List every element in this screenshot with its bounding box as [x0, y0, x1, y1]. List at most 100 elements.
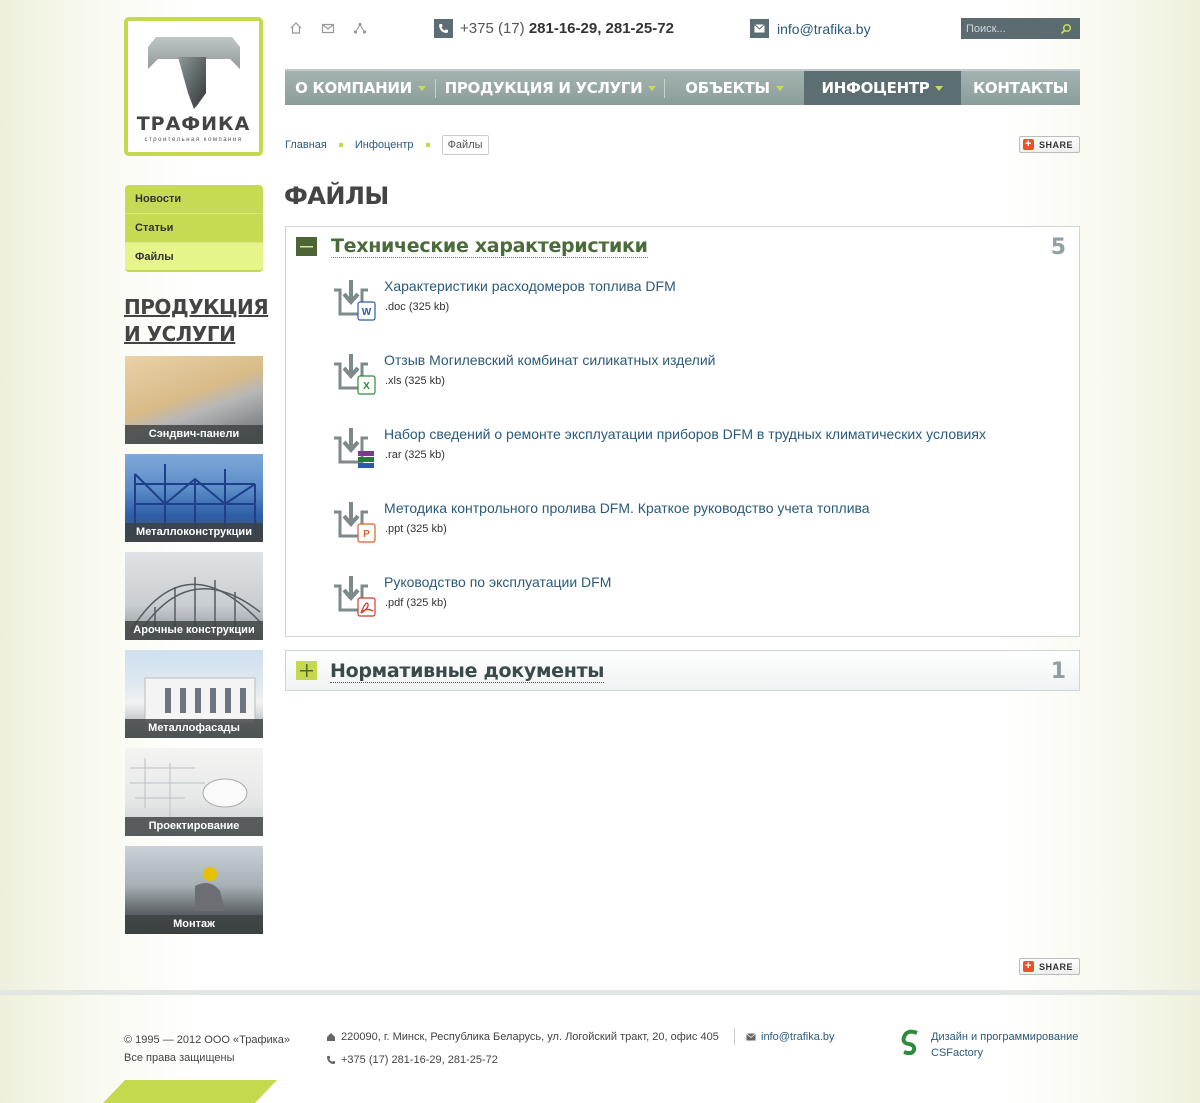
- product-label: Сэндвич-панели: [125, 425, 263, 444]
- file-item: W Характеристики расходомеров топлива DF…: [332, 278, 1032, 324]
- site-logo[interactable]: ТРАФИКА строительная компания: [124, 17, 263, 156]
- svg-text:P: P: [363, 529, 370, 540]
- file-item: P Методика контрольного пролива DFM. Кра…: [332, 500, 1032, 546]
- share-label: SHARE: [1039, 139, 1074, 150]
- footer-copyright: © 1995 — 2012 ООО «Трафика» Все права за…: [124, 1031, 290, 1067]
- footer-accent-stripe: [103, 1080, 277, 1103]
- nav-objects-label: ОБЪЕКТЫ: [685, 79, 770, 97]
- file-link[interactable]: Методика контрольного пролива DFM. Кратк…: [384, 500, 870, 516]
- products-heading-line2: И УСЛУГИ: [124, 322, 236, 346]
- address-text: 220090, г. Минск, Республика Беларусь, у…: [341, 1031, 719, 1043]
- accordion-title[interactable]: Технические характеристики: [331, 235, 648, 258]
- nav-about[interactable]: О КОМПАНИИ: [285, 71, 436, 105]
- breadcrumb-separator: [338, 143, 343, 147]
- sidebar-item-files[interactable]: Файлы: [125, 243, 263, 272]
- header-email-link[interactable]: info@trafika.by: [777, 21, 871, 37]
- product-metal-structures[interactable]: Металлоконструкции: [125, 454, 263, 542]
- chevron-down-icon: [935, 85, 944, 91]
- product-arch-structures[interactable]: Арочные конструкции: [125, 552, 263, 640]
- file-meta: .ppt (325 kb): [385, 523, 447, 535]
- main-nav: О КОМПАНИИ ПРОДУКЦИЯ И УСЛУГИ ОБЪЕКТЫ ИН…: [285, 69, 1080, 105]
- search-button[interactable]: [1056, 18, 1076, 39]
- product-label: Проектирование: [125, 817, 263, 836]
- accordion-count: 1: [1050, 659, 1066, 684]
- product-design[interactable]: Проектирование: [125, 748, 263, 836]
- product-label: Металлоконструкции: [125, 523, 263, 542]
- svg-text:X: X: [363, 381, 370, 392]
- product-label: Металлофасады: [125, 719, 263, 738]
- file-link[interactable]: Отзыв Могилевский комбинат силикатных из…: [384, 352, 715, 368]
- file-link[interactable]: Характеристики расходомеров топлива DFM: [384, 278, 676, 294]
- file-link[interactable]: Набор сведений о ремонте эксплуатации пр…: [384, 426, 986, 442]
- chevron-down-icon: [417, 85, 426, 91]
- share-button-top[interactable]: + SHARE: [1019, 136, 1080, 153]
- breadcrumb-separator: [425, 143, 430, 147]
- nav-products[interactable]: ПРОДУКЦИЯ И УСЛУГИ: [436, 71, 665, 105]
- page-title: ФАЙЛЫ: [284, 182, 389, 210]
- nav-infocenter[interactable]: ИНФОЦЕНТР: [804, 71, 961, 105]
- accordion-count: 5: [1050, 235, 1066, 260]
- search-icon: [1060, 23, 1072, 34]
- accordion-tech-specs: Технические характеристики 5 W Характери…: [285, 226, 1080, 637]
- phone-icon: [434, 19, 453, 38]
- plus-icon: +: [1023, 961, 1034, 972]
- envelope-icon: [750, 19, 769, 38]
- breadcrumb-current: Файлы: [441, 135, 489, 155]
- file-link[interactable]: Руководство по эксплуатации DFM: [384, 574, 611, 590]
- products-heading[interactable]: ПРОДУКЦИЯ И УСЛУГИ: [124, 294, 269, 348]
- search-input[interactable]: [961, 22, 1056, 35]
- breadcrumb: Главная Инфоцентр Файлы: [285, 135, 489, 155]
- download-rar-icon: [334, 428, 374, 468]
- nav-objects[interactable]: ОБЪЕКТЫ: [665, 71, 804, 105]
- logo-t-mark-icon: [148, 37, 240, 109]
- footer-email-link[interactable]: info@trafika.by: [761, 1031, 835, 1043]
- footer-phone-text: +375 (17) 281-16-29, 281-25-72: [341, 1054, 498, 1066]
- logo-subtitle: строительная компания: [144, 137, 243, 143]
- sidebar-item-articles[interactable]: Статьи: [125, 214, 263, 243]
- products-heading-line1: ПРОДУКЦИЯ: [124, 295, 269, 319]
- share-label: SHARE: [1039, 961, 1074, 972]
- rights-text: Все права защищены: [124, 1052, 235, 1064]
- product-sandwich-panels[interactable]: Сэндвич-панели: [125, 356, 263, 444]
- download-ppt-icon: P: [334, 502, 376, 543]
- footer-developer: Дизайн и программирование CSFactory: [899, 1029, 1078, 1061]
- csfactory-logo-icon[interactable]: [899, 1029, 923, 1055]
- header-email: info@trafika.by: [750, 19, 871, 38]
- home-icon[interactable]: [289, 21, 303, 35]
- accordion-header[interactable]: Технические характеристики 5: [286, 227, 1079, 267]
- file-meta: .rar (325 kb): [385, 449, 445, 461]
- file-item: Набор сведений о ремонте эксплуатации пр…: [332, 426, 1032, 472]
- download-doc-icon: W: [334, 280, 376, 321]
- developer-link[interactable]: Дизайн и программирование: [931, 1031, 1078, 1043]
- accordion-normative-docs[interactable]: Нормативные документы 1: [285, 650, 1080, 691]
- phone-icon: [326, 1055, 336, 1065]
- nav-about-label: О КОМПАНИИ: [295, 79, 412, 97]
- expand-icon[interactable]: [296, 661, 317, 680]
- sidebar-menu: Новости Статьи Файлы: [125, 185, 263, 272]
- file-meta: .pdf (325 kb): [385, 597, 447, 609]
- footer-separator: [734, 1028, 735, 1045]
- sitemap-icon[interactable]: [353, 21, 367, 35]
- nav-contacts[interactable]: КОНТАКТЫ: [961, 71, 1080, 105]
- footer-email: info@trafika.by: [746, 1031, 835, 1043]
- sidebar-item-news[interactable]: Новости: [125, 185, 263, 214]
- plus-icon: +: [1023, 139, 1034, 150]
- developer-name-link[interactable]: CSFactory: [931, 1047, 983, 1059]
- chevron-down-icon: [648, 85, 657, 91]
- download-pdf-icon: [334, 576, 376, 617]
- breadcrumb-infocenter[interactable]: Инфоцентр: [355, 139, 414, 151]
- file-item: X Отзыв Могилевский комбинат силикатных …: [332, 352, 1032, 398]
- nav-products-label: ПРОДУКЦИЯ И УСЛУГИ: [444, 79, 643, 97]
- mail-icon[interactable]: [321, 21, 335, 35]
- product-label: Арочные конструкции: [125, 621, 263, 640]
- product-metal-facades[interactable]: Металлофасады: [125, 650, 263, 738]
- top-icon-bar: [289, 21, 367, 35]
- collapse-icon[interactable]: [296, 237, 317, 256]
- product-installation[interactable]: Монтаж: [125, 846, 263, 934]
- share-button-bottom[interactable]: + SHARE: [1019, 958, 1080, 975]
- breadcrumb-home[interactable]: Главная: [285, 139, 327, 151]
- file-meta: .doc (325 kb): [385, 301, 450, 313]
- product-label: Монтаж: [125, 915, 263, 934]
- file-item: Руководство по эксплуатации DFM .pdf (32…: [332, 574, 1032, 620]
- accordion-title[interactable]: Нормативные документы: [330, 660, 604, 683]
